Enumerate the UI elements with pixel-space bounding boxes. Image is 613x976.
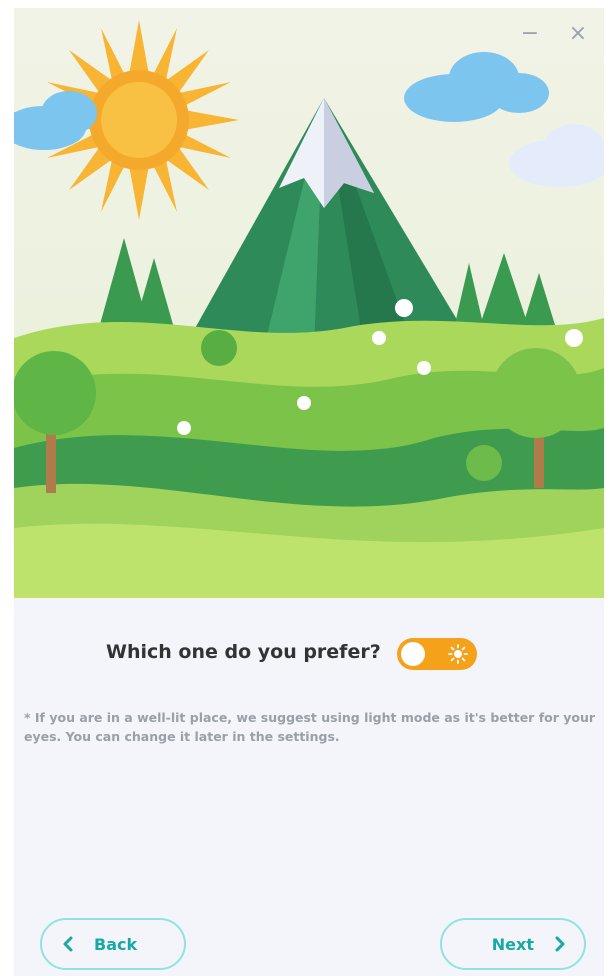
theme-toggle[interactable] (397, 638, 477, 670)
next-button[interactable]: Next (440, 918, 586, 970)
light-mode-note: * If you are in a well-lit place, we sug… (24, 710, 596, 744)
close-button[interactable]: × (565, 20, 591, 46)
theme-question: Which one do you prefer? (106, 641, 381, 663)
hero-illustration (14, 8, 604, 598)
chevron-right-icon (555, 936, 565, 952)
toggle-knob (401, 642, 425, 666)
sun-icon (448, 644, 468, 664)
back-button-label: Back (94, 934, 138, 954)
next-button-label: Next (491, 934, 534, 954)
onboarding-window: − × Which one do you prefer? * If you ar… (14, 8, 604, 976)
theme-preference-row: Which one do you prefer? (14, 638, 604, 672)
chevron-left-icon (63, 936, 73, 952)
minimize-button[interactable]: − (517, 20, 543, 46)
back-button[interactable]: Back (40, 918, 186, 970)
